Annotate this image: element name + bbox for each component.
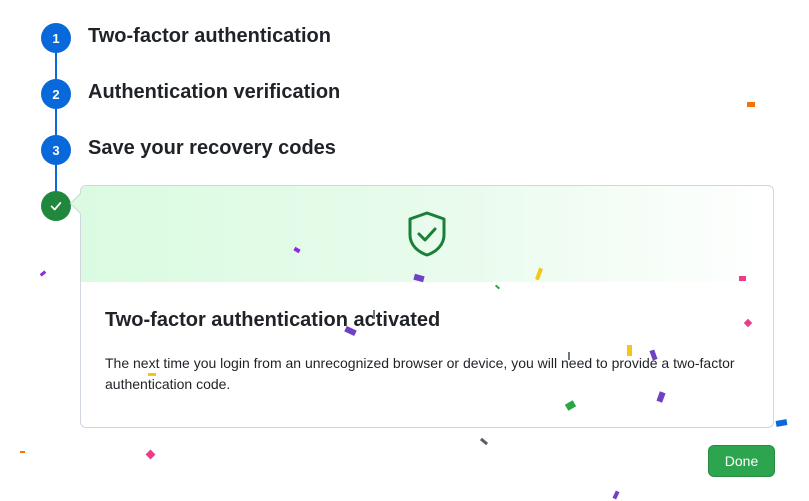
card-header xyxy=(81,186,773,282)
confetti-piece xyxy=(568,352,570,360)
step-2-number: 2 xyxy=(52,86,60,102)
step-3-label: Save your recovery codes xyxy=(88,137,336,159)
success-title: Two-factor authentication activated xyxy=(105,309,441,331)
confetti-piece xyxy=(479,437,489,446)
done-button[interactable]: Done xyxy=(708,445,775,477)
completed-step-indicator xyxy=(41,191,71,221)
confetti-piece xyxy=(747,102,755,107)
step-connector-line xyxy=(55,50,57,195)
confetti-piece xyxy=(612,490,620,500)
step-1-label: Two-factor authentication xyxy=(88,25,331,47)
success-card: Two-factor authentication activated The … xyxy=(69,185,774,428)
step-1-indicator: 1 xyxy=(41,23,71,53)
confetti-piece xyxy=(145,449,156,460)
confetti-piece xyxy=(148,373,156,376)
shield-check-icon xyxy=(408,211,446,257)
confetti-piece xyxy=(20,451,25,453)
step-3-indicator: 3 xyxy=(41,135,71,165)
step-2-label: Authentication verification xyxy=(88,81,341,103)
confetti-piece xyxy=(627,345,632,356)
check-icon xyxy=(50,202,62,211)
step-3-number: 3 xyxy=(52,142,60,158)
step-2-indicator: 2 xyxy=(41,79,71,109)
confetti-piece xyxy=(775,419,788,427)
confetti-piece xyxy=(739,276,746,281)
confetti-piece xyxy=(39,270,47,277)
step-1-number: 1 xyxy=(52,30,60,46)
confetti-piece xyxy=(373,310,375,318)
